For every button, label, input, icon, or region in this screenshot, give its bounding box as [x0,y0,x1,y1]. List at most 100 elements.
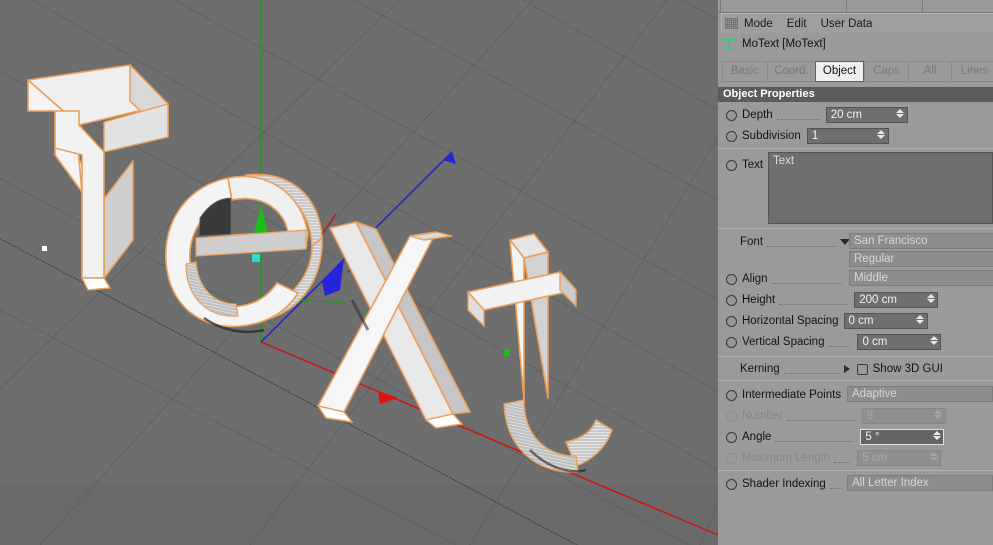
perspective-viewport[interactable] [0,0,718,545]
field-vertical-spacing[interactable]: 0 cm [857,334,942,350]
radio-vertical-spacing[interactable] [726,336,737,348]
field-angle[interactable]: 5 ° [860,429,945,445]
tab-all[interactable]: All [908,61,951,82]
motext-icon [721,36,737,52]
row-angle: Angle 5 ° [726,427,981,447]
menu-edit[interactable]: Edit [787,18,807,30]
letter-t [467,233,613,473]
separator-1 [718,148,993,149]
row-subdivision: Subdivision 1 [726,126,981,146]
label-subdivision: Subdivision [742,130,801,142]
value-height: 200 cm [859,294,897,306]
dots-shader-indexing [829,479,842,489]
chevron-right-icon[interactable] [843,365,850,373]
text-textarea[interactable]: Text [768,152,993,224]
value-maximum-length: 5 cm [862,452,888,464]
field-depth[interactable]: 20 cm [825,107,908,123]
spinner-vertical-spacing[interactable] [929,336,938,349]
field-subdivision[interactable]: 1 [806,128,889,144]
radio-height[interactable] [726,294,737,306]
dots-align [771,274,842,284]
radio-depth[interactable] [726,109,737,121]
dots-vertical-spacing [828,337,851,347]
label-kerning: Kerning [740,363,780,375]
spinner-subdivision[interactable] [877,130,886,143]
value-horizontal-spacing: 0 cm [848,315,874,327]
field-shader-indexing[interactable]: All Letter Index [847,475,993,491]
label-vertical-spacing: Vertical Spacing [742,336,825,348]
radio-shader-indexing[interactable] [726,478,737,490]
field-maximum-length: 5 cm [857,450,942,466]
panel-menubar: Mode Edit User Data [721,13,993,33]
spinner-number [934,410,943,423]
label-align: Align [742,273,768,285]
scene-3d-text-Text[interactable] [0,0,718,545]
field-horizontal-spacing[interactable]: 0 cm [843,313,928,329]
value-text: Text [773,155,795,167]
row-intermediate-points: Intermediate Points [726,385,856,405]
cinema4d-window: Mode Edit User Data MoText [MoText] Basi… [0,0,993,545]
menu-user-data[interactable]: User Data [821,18,873,30]
radio-horizontal-spacing[interactable] [726,315,737,327]
separator-2 [718,228,993,229]
spinner-horizontal-spacing[interactable] [916,315,925,328]
dots-kerning [783,364,840,374]
tab-lines[interactable]: Lines [951,61,993,82]
value-subdivision: 1 [811,130,819,142]
value-font-style: Regular [854,253,895,265]
label-height: Height [742,294,776,306]
radio-angle[interactable] [726,431,737,443]
field-font-style[interactable]: Regular [849,251,993,267]
object-title-row[interactable]: MoText [MoText] [721,34,993,54]
value-font: San Francisco [854,235,928,247]
attribute-tabs: Basic Coord. Object Caps All Lines [722,61,993,82]
label-horizontal-spacing: Horizontal Spacing [742,315,839,327]
panel-top-strip [718,0,993,13]
label-text: Text [742,159,764,171]
spinner-height[interactable] [926,294,935,307]
row-shader-indexing: Shader Indexing [726,474,846,494]
letter-x [316,221,471,429]
separator-4 [718,380,993,381]
spinner-depth[interactable] [896,109,905,122]
spinner-maximum-length [929,452,938,465]
row-vertical-spacing: Vertical Spacing 0 cm [726,332,981,352]
radio-intermediate-points[interactable] [726,389,737,401]
letter-T [27,64,169,291]
field-font[interactable]: San Francisco [849,233,993,249]
value-vertical-spacing: 0 cm [862,336,888,348]
tab-caps[interactable]: Caps [864,61,908,82]
dots-font [767,237,836,247]
row-depth: Depth 20 cm [726,105,981,125]
label-font: Font [740,236,764,248]
radio-text[interactable] [726,159,737,171]
label-shader-indexing: Shader Indexing [742,478,826,490]
row-kerning: Kerning Show 3D GUI [740,359,990,379]
tab-coord[interactable]: Coord. [767,61,815,82]
letter-e [165,173,323,334]
radio-subdivision[interactable] [726,130,737,142]
field-align[interactable]: Middle [849,270,993,286]
dots-maximum-length [834,453,851,463]
section-object-properties: Object Properties [718,87,993,102]
field-intermediate-points[interactable]: Adaptive [847,386,993,402]
radio-align[interactable] [726,273,737,285]
separator-3 [718,356,993,357]
row-align: Align [726,269,846,289]
tab-object[interactable]: Object [815,61,864,82]
label-depth: Depth [742,109,773,121]
row-font: Font [740,232,850,252]
label-intermediate-points: Intermediate Points [742,389,842,401]
menu-mode[interactable]: Mode [744,18,773,30]
value-number: 8 [866,410,874,422]
value-depth: 20 cm [830,109,863,121]
field-height[interactable]: 200 cm [854,292,939,308]
radio-number [726,410,737,422]
tab-basic[interactable]: Basic [722,61,767,82]
grip-icon[interactable] [725,18,738,29]
separator-5 [718,470,993,471]
spinner-angle[interactable] [932,431,941,444]
label-maximum-length: Maximum Length [742,452,831,464]
checkbox-show-3d-gui[interactable] [856,363,868,375]
object-title: MoText [MoText] [742,38,826,50]
